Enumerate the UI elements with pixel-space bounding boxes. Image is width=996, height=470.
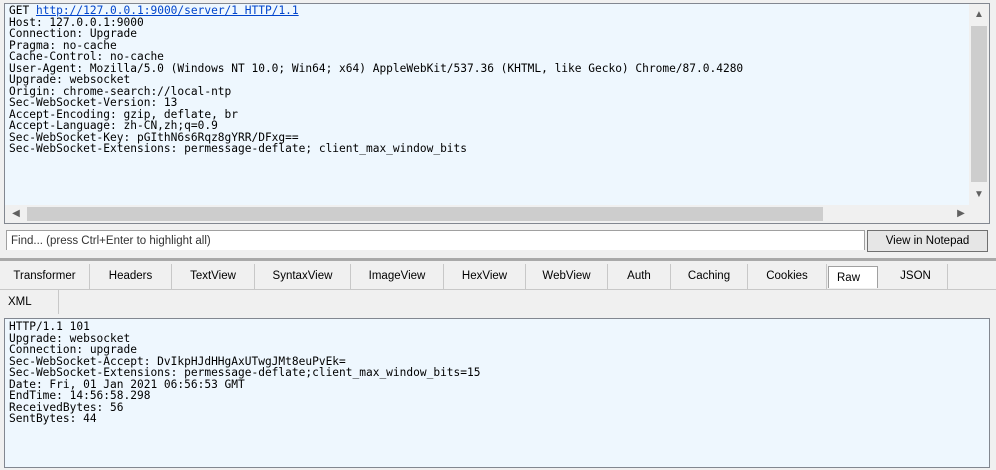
response-line: HTTP/1.1 101 (9, 320, 90, 333)
response-line: Connection: upgrade (9, 343, 137, 356)
request-header-line: Cache-Control: no-cache (9, 50, 164, 63)
tab-xml[interactable]: XML (0, 290, 59, 314)
response-line: SentBytes: 44 (9, 412, 97, 425)
scroll-up-icon[interactable]: ▲ (971, 7, 987, 23)
find-input[interactable] (7, 232, 864, 250)
tab-json[interactable]: JSON (884, 264, 948, 289)
tab-caching[interactable]: Caching (671, 264, 748, 289)
request-vertical-scrollbar[interactable]: ▲ ▼ (969, 4, 989, 206)
tab-imageview[interactable]: ImageView (351, 264, 444, 289)
request-header-line: Host: 127.0.0.1:9000 (9, 15, 144, 29)
tab-syntaxview[interactable]: SyntaxView (255, 264, 351, 289)
response-line: EndTime: 14:56:58.298 (9, 389, 151, 402)
tab-raw[interactable]: Raw (828, 266, 878, 288)
find-bar (6, 230, 865, 250)
request-header-line: Upgrade: websocket (9, 73, 131, 86)
tab-transformer[interactable]: Transformer (0, 264, 90, 289)
inspector-tabs-row-1: Transformer Headers TextView SyntaxView … (0, 264, 996, 290)
request-headers: Host: 127.0.0.1:9000 Connection: Upgrade P… (9, 15, 965, 155)
request-header-line: Sec-WebSocket-Extensions: permessage-def… (9, 142, 468, 155)
tab-textview[interactable]: TextView (172, 264, 255, 289)
request-horizontal-scrollbar[interactable]: ◀ ▶ (5, 205, 989, 223)
response-line: Sec-WebSocket-Extensions: permessage-def… (9, 366, 481, 379)
view-in-notepad-button[interactable]: View in Notepad (867, 230, 988, 252)
request-raw-pane[interactable]: GET http://127.0.0.1:9000/server/1 HTTP/… (4, 3, 990, 224)
scroll-right-icon[interactable]: ▶ (953, 206, 969, 222)
response-raw-pane[interactable]: HTTP/1.1 101 Upgrade: websocket Connection… (4, 318, 990, 468)
request-header-line: Accept-Language: zh-CN,zh;q=0.9 (9, 119, 218, 132)
horizontal-scroll-thumb[interactable] (27, 207, 823, 221)
tab-cookies[interactable]: Cookies (748, 264, 827, 289)
tab-webview[interactable]: WebView (526, 264, 608, 289)
vertical-scroll-thumb[interactable] (971, 26, 987, 182)
request-header-line: Sec-WebSocket-Version: 13 (9, 96, 178, 109)
pane-splitter[interactable] (0, 258, 996, 261)
request-text[interactable]: GET http://127.0.0.1:9000/server/1 HTTP/… (9, 5, 965, 155)
scroll-left-icon[interactable]: ◀ (8, 206, 24, 222)
tab-hexview[interactable]: HexView (444, 264, 526, 289)
request-header-line: Connection: Upgrade (9, 27, 137, 40)
inspector-tabs-row-2: XML (0, 290, 996, 314)
tab-headers[interactable]: Headers (90, 264, 172, 289)
response-text[interactable]: HTTP/1.1 101 Upgrade: websocket Connection… (9, 321, 480, 425)
scroll-down-icon[interactable]: ▼ (971, 187, 987, 203)
tab-auth[interactable]: Auth (608, 264, 671, 289)
request-header-line: User-Agent: Mozilla/5.0 (Windows NT 10.0… (9, 61, 744, 75)
request-line: GET http://127.0.0.1:9000/server/1 HTTP/… (9, 5, 965, 17)
